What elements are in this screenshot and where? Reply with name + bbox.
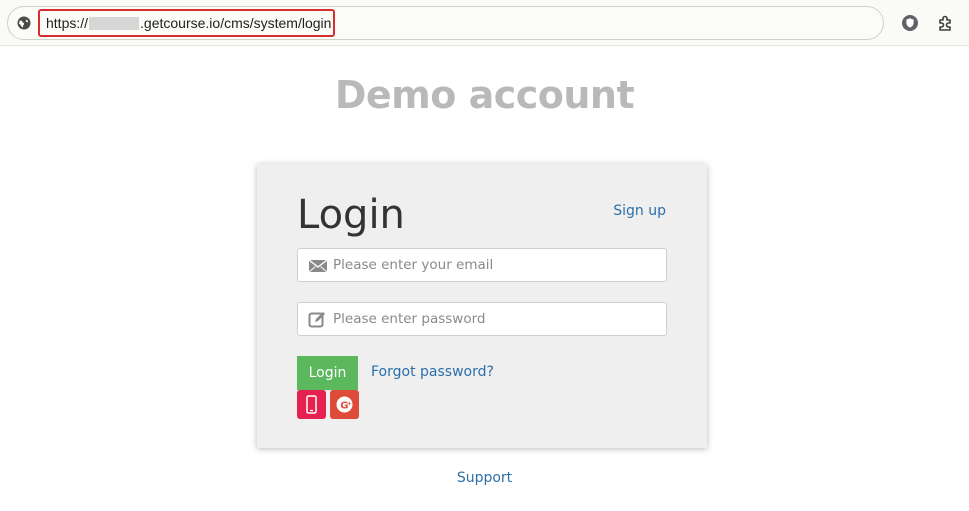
signup-link[interactable]: Sign up <box>613 203 666 219</box>
phone-icon <box>306 395 317 414</box>
edit-icon <box>308 311 328 329</box>
forgot-password-link[interactable]: Forgot password? <box>371 364 494 380</box>
browser-toolbar: https:// .getcourse.io/cms/system/login <box>0 0 969 46</box>
support-link[interactable]: Support <box>0 470 969 486</box>
url-highlight-box: https:// .getcourse.io/cms/system/login <box>38 9 335 37</box>
login-button[interactable]: Login <box>297 356 358 390</box>
phone-login-button[interactable] <box>297 390 326 419</box>
address-bar[interactable]: https:// .getcourse.io/cms/system/login <box>7 6 884 40</box>
envelope-icon <box>308 257 328 275</box>
url-prefix: https:// <box>46 15 89 31</box>
redacted-subdomain <box>89 17 140 30</box>
url-suffix: .getcourse.io/cms/system/login <box>140 15 332 31</box>
google-plus-login-button[interactable]: G + <box>330 390 359 419</box>
password-input[interactable] <box>333 303 663 335</box>
login-card: Login Sign up Login Forgot password? <box>257 164 707 448</box>
page-title: Demo account <box>334 73 635 117</box>
url-text[interactable]: https:// .getcourse.io/cms/system/login <box>46 15 331 31</box>
google-plus-icon: G + <box>336 396 353 413</box>
email-field-wrapper <box>297 248 667 282</box>
password-field-wrapper <box>297 302 667 336</box>
shield-extension-icon[interactable] <box>900 13 920 33</box>
svg-text:+: + <box>347 401 352 408</box>
login-heading: Login <box>297 192 405 238</box>
email-input[interactable] <box>333 249 663 281</box>
globe-icon[interactable] <box>16 15 32 31</box>
puzzle-extensions-icon[interactable] <box>936 13 956 33</box>
